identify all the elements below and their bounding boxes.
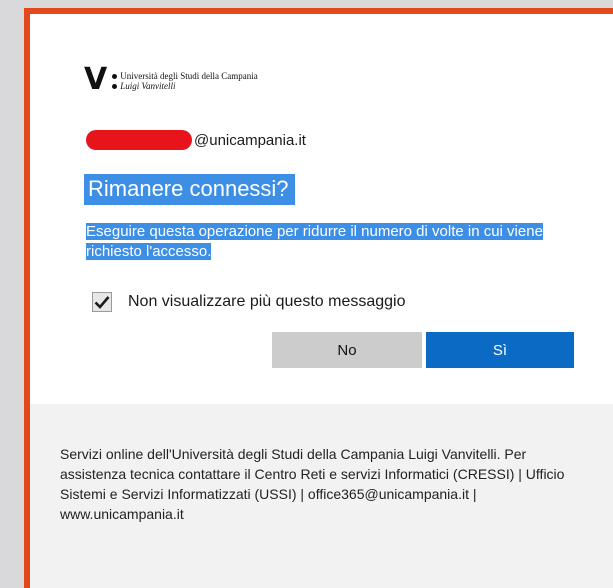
logo-wordmark: Università degli Studi della Campania Lu… [112,71,258,91]
footer: Servizi online dell'Università degli Stu… [30,404,613,588]
bullet-icon [112,73,118,79]
account-identifier: @unicampania.it [86,130,306,150]
description-text: Eseguire questa operazione per ridurre i… [86,223,543,260]
logo-mark: V [84,62,107,97]
checkmark-icon [94,296,110,309]
page-title: Rimanere connessi? [84,174,295,205]
university-name: Università degli Studi della Campania [120,71,258,81]
dont-show-again-checkbox[interactable] [92,292,112,312]
university-subname: Luigi Vanvitelli [120,81,176,91]
dialog-description: Eseguire questa operazione per ridurre i… [86,222,566,262]
account-domain: @unicampania.it [194,131,306,149]
no-button[interactable]: No [272,332,422,368]
bullet-icon [112,83,118,89]
signin-dialog: V Università degli Studi della Campania … [24,8,613,588]
redacted-username [86,130,192,150]
university-logo: V Università degli Studi della Campania … [84,62,258,97]
checkbox-label: Non visualizzare più questo messaggio [128,293,406,310]
dont-show-again-option[interactable]: Non visualizzare più questo messaggio [92,292,405,312]
yes-button[interactable]: Sì [426,332,574,368]
footer-text: Servizi online dell'Università degli Stu… [60,446,565,522]
